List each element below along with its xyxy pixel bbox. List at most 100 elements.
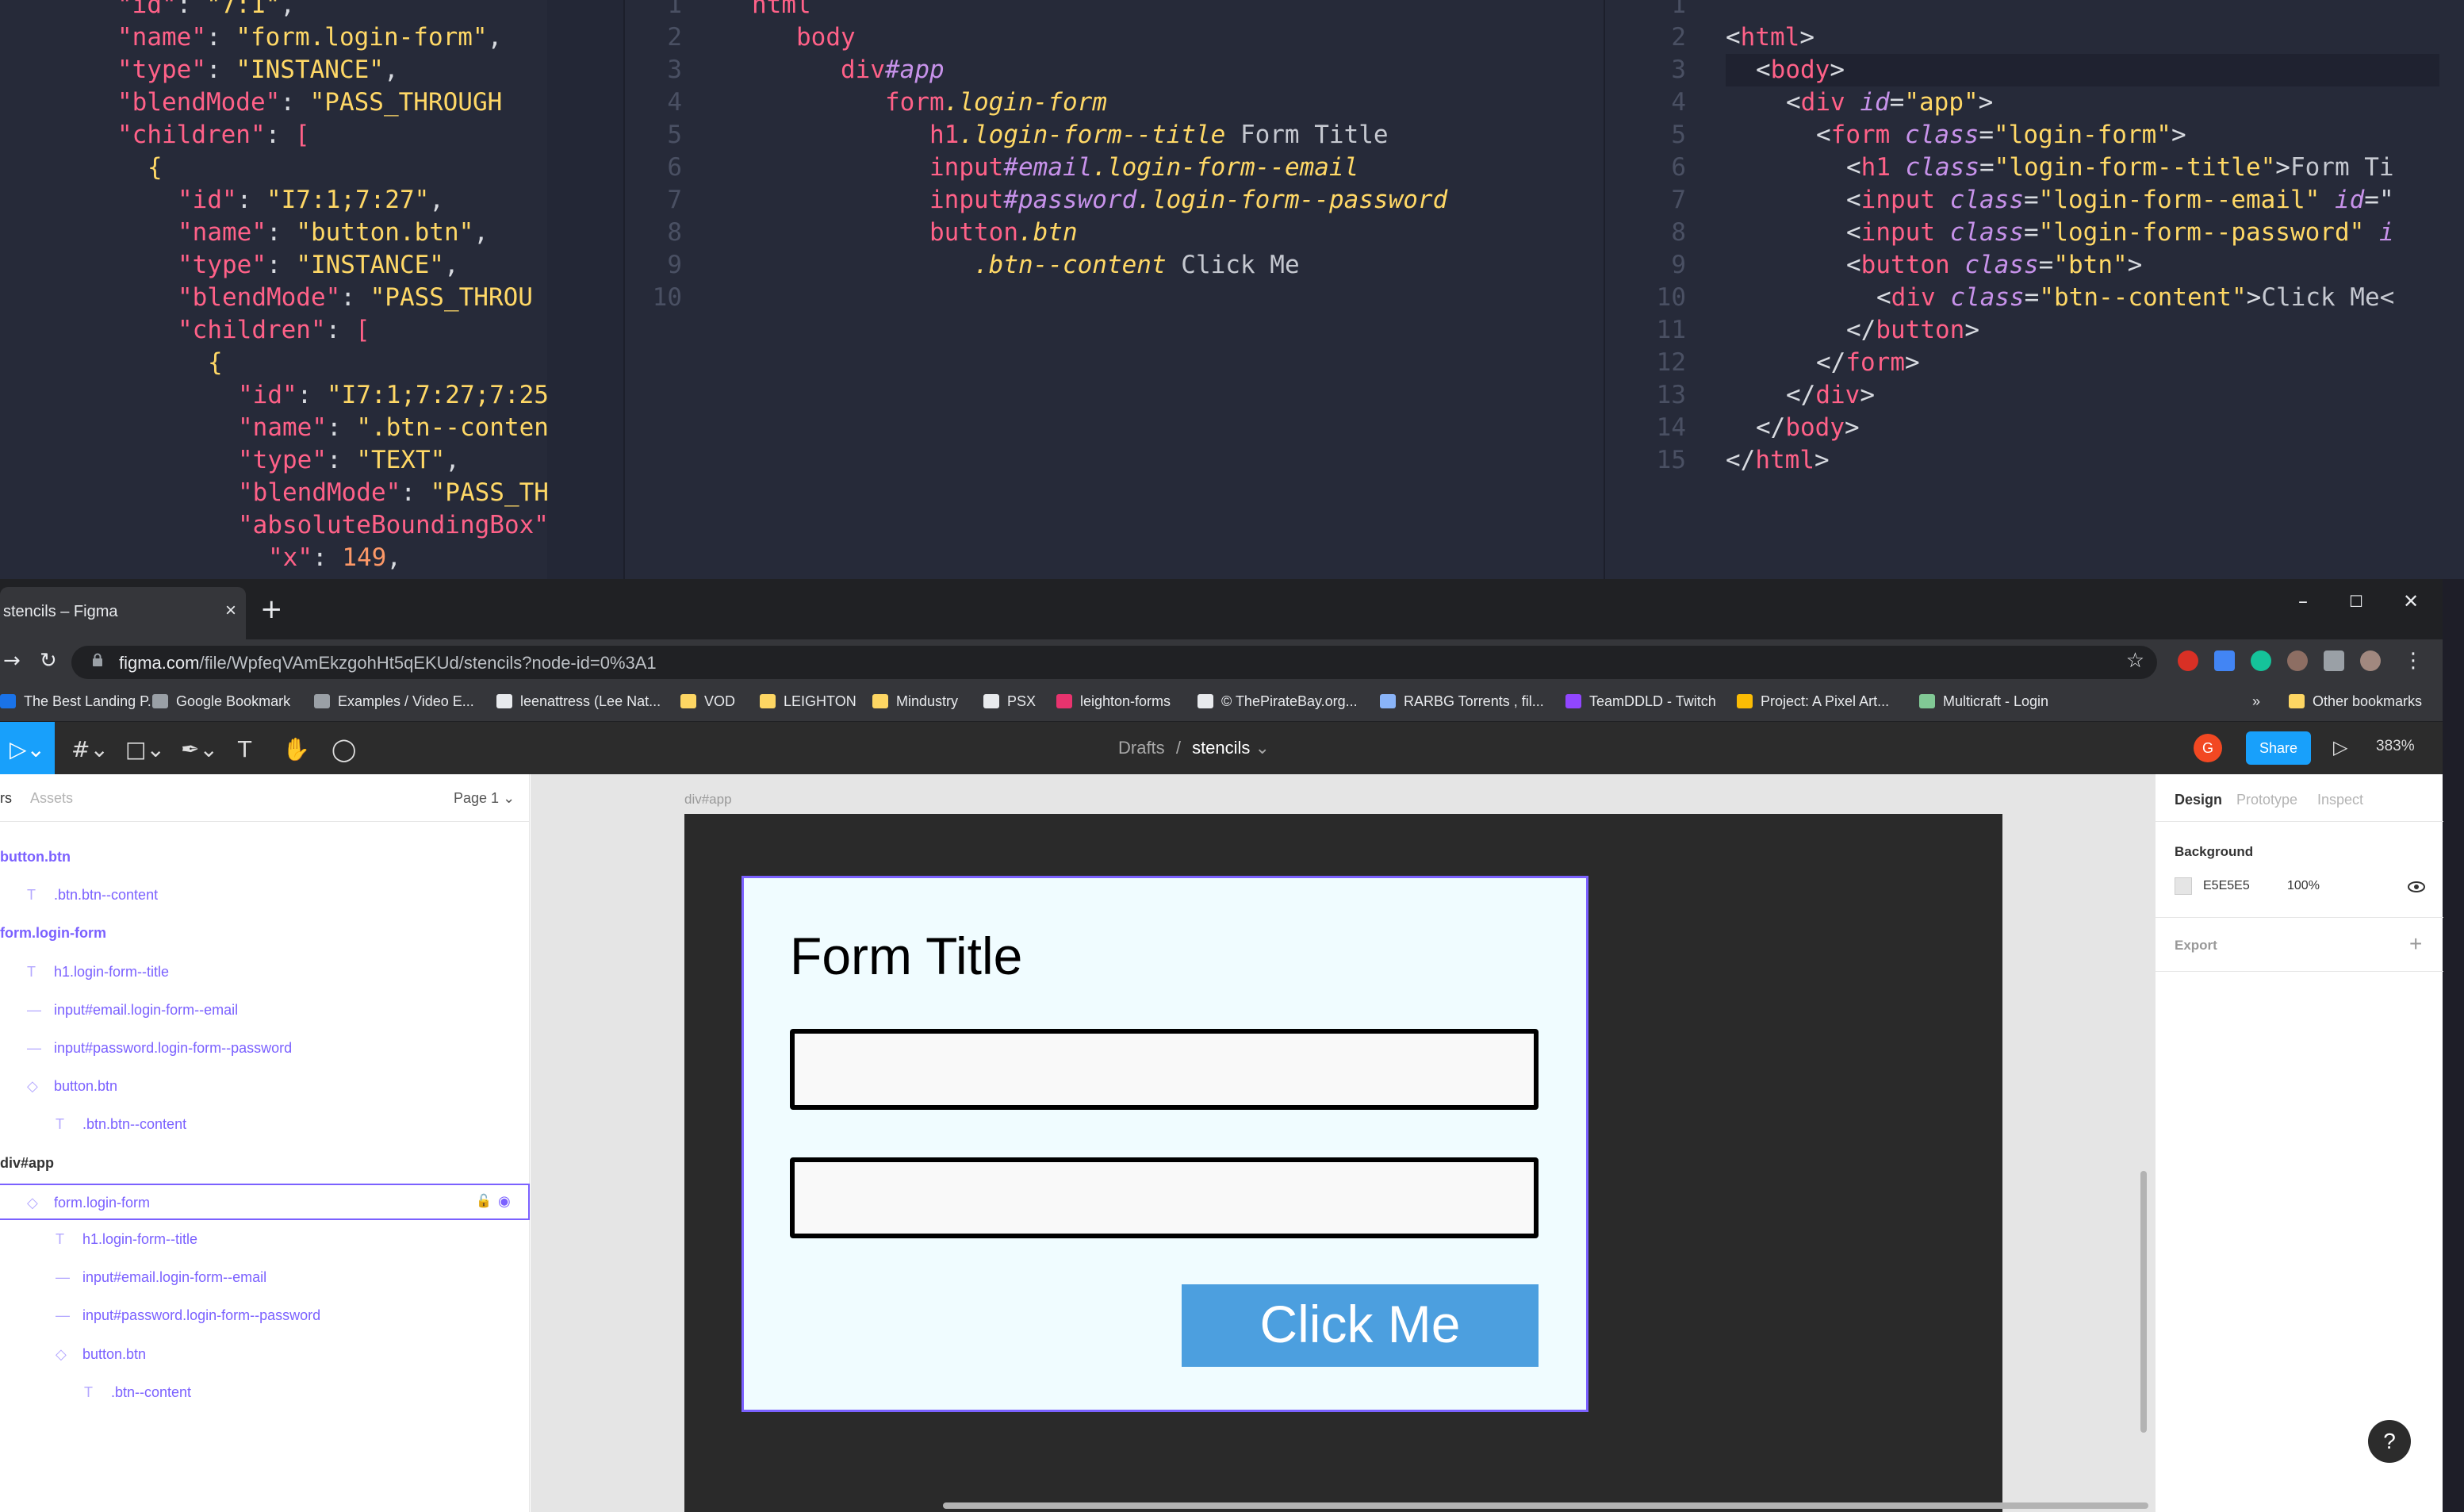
tab-layers[interactable]: rs — [0, 790, 12, 807]
code-line[interactable]: <div class="btn--content">Click Me< — [1876, 282, 2394, 314]
code-line[interactable]: "id": "I7:1;7:27;7:25" — [238, 379, 547, 412]
tab-design[interactable]: Design — [2175, 792, 2222, 808]
code-line[interactable]: { — [148, 152, 163, 184]
code-line[interactable]: "type": "INSTANCE", — [178, 249, 459, 282]
bookmarks-overflow-button[interactable]: » — [2252, 693, 2260, 710]
layer-item[interactable]: button.btn — [0, 839, 530, 876]
code-line[interactable]: "name": ".btn--content — [238, 412, 547, 444]
layer-item[interactable]: div#app — [0, 1146, 530, 1182]
layer-item[interactable]: ◇ form.login-form 🔓 ◉ — [0, 1183, 530, 1220]
code-line[interactable]: "blendMode": "PASS_THR — [238, 477, 547, 509]
code-line[interactable]: "type": "TEXT", — [238, 444, 460, 477]
code-line[interactable]: { — [208, 347, 223, 379]
bookmark-item[interactable]: Multicraft - Login — [1919, 693, 2048, 710]
move-tool-icon[interactable]: ▷⌄ — [0, 722, 55, 774]
help-button[interactable]: ? — [2368, 1420, 2411, 1463]
code-line[interactable]: "name": "form.login-form", — [117, 21, 502, 54]
json-minimap[interactable] — [547, 0, 623, 579]
code-line[interactable]: <html> — [1726, 21, 1814, 54]
code-line[interactable]: "type": "INSTANCE", — [117, 54, 399, 86]
background-hex-input[interactable]: E5E5E5 — [2203, 879, 2250, 893]
tab-prototype[interactable]: Prototype — [2236, 792, 2297, 808]
html-editor-pane[interactable]: 1 2 <html> 3 <body> 4 <div id="app"> 5 <form cla… — [1607, 0, 2464, 579]
figma-canvas[interactable]: div#app Form Title Click Me — [531, 774, 2155, 1512]
bookmark-item[interactable]: TeamDDLD - Twitch — [1565, 693, 1716, 710]
layer-item[interactable]: form.login-form — [0, 915, 530, 952]
avatar[interactable]: G — [2194, 734, 2222, 762]
code-line[interactable]: button.btn — [929, 217, 1078, 249]
bookmark-item[interactable]: © ThePirateBay.org... — [1198, 693, 1358, 710]
code-line[interactable]: "name": "button.btn", — [178, 217, 489, 249]
code-line[interactable]: h1.login-form--title Form Title — [929, 119, 1389, 152]
code-line[interactable]: "blendMode": "PASS_THROU — [178, 282, 533, 314]
browser-menu-icon[interactable]: ⋮ — [2403, 649, 2424, 673]
extension-adblock-icon[interactable] — [2178, 650, 2198, 671]
unlock-icon[interactable]: 🔓 — [476, 1193, 492, 1209]
code-line[interactable]: <input class="login-form--email" id=" — [1846, 184, 2394, 217]
code-line[interactable]: "x": 149, — [268, 542, 401, 574]
code-line[interactable]: "blendMode": "PASS_THROUGH — [117, 86, 502, 119]
code-line[interactable]: </body> — [1756, 412, 1860, 444]
bookmark-item[interactable]: LEIGHTON — [760, 693, 856, 710]
extension-cookie-icon[interactable] — [2287, 650, 2308, 671]
login-form-frame[interactable]: Form Title Click Me — [741, 876, 1588, 1412]
form-title[interactable]: Form Title — [790, 926, 1022, 986]
close-window-button[interactable]: ✕ — [2403, 590, 2419, 612]
export-section-title[interactable]: Export — [2175, 938, 2217, 954]
code-line[interactable]: "id": "7:1", — [117, 0, 295, 21]
background-opacity-input[interactable]: 100% — [2287, 879, 2320, 893]
code-line[interactable]: html — [752, 0, 811, 21]
breadcrumb-file[interactable]: stencils — [1192, 738, 1250, 758]
app-frame[interactable]: Form Title Click Me — [684, 814, 2002, 1512]
code-line[interactable]: <div id="app"> — [1786, 86, 1993, 119]
forward-button[interactable]: → — [3, 649, 21, 673]
minimize-button[interactable]: – — [2298, 590, 2308, 612]
tab-assets[interactable]: Assets — [30, 790, 73, 807]
maximize-button[interactable]: ☐ — [2349, 592, 2363, 611]
button-content-text[interactable]: Click Me — [1182, 1294, 1539, 1354]
code-line[interactable]: </button> — [1846, 314, 1979, 347]
bookmark-item[interactable]: Project: A Pixel Art... — [1737, 693, 1889, 710]
code-line[interactable]: </html> — [1726, 444, 1830, 477]
layer-item[interactable]: — input#email.login-form--email — [0, 992, 530, 1029]
code-line[interactable]: <button class="btn"> — [1846, 249, 2142, 282]
bookmark-item[interactable]: leighton-forms — [1056, 693, 1171, 710]
code-line[interactable]: input#email.login-form--email — [929, 152, 1358, 184]
pen-tool-icon[interactable]: ✒⌄ — [181, 736, 218, 762]
chevron-down-icon[interactable]: ⌄ — [1255, 738, 1270, 758]
layer-item[interactable]: Th1.login-form--title — [0, 954, 530, 991]
password-field[interactable] — [790, 1157, 1539, 1238]
frame-label[interactable]: div#app — [684, 792, 732, 808]
extensions-puzzle-icon[interactable] — [2324, 650, 2344, 671]
extension-grammarly-icon[interactable] — [2251, 650, 2271, 671]
pane-divider[interactable] — [1604, 0, 1605, 579]
code-line[interactable]: <input class="login-form--password" i — [1846, 217, 2394, 249]
code-line[interactable]: <h1 class="login-form--title">Form Ti — [1846, 152, 2394, 184]
layer-item[interactable]: ◇ button.btn — [0, 1337, 530, 1373]
tab-figma[interactable]: stencils – Figma × — [0, 587, 246, 639]
layer-item[interactable]: T .btn.btn--content — [0, 1107, 530, 1143]
email-field[interactable] — [790, 1029, 1539, 1110]
pane-divider[interactable] — [623, 0, 625, 579]
bookmark-star-icon[interactable]: ☆ — [2126, 649, 2144, 673]
click-me-button[interactable]: Click Me — [1182, 1284, 1539, 1367]
tab-close-icon[interactable]: × — [225, 600, 236, 622]
layer-item[interactable]: — input#email.login-form--email — [0, 1260, 530, 1296]
json-editor-pane[interactable]: "id": "7:1", "name": "form.login-form", "t… — [0, 0, 547, 579]
url-text[interactable]: figma.com/file/WpfeqVAmEkzgohHt5qEKUd/st… — [119, 653, 657, 673]
pug-editor-pane[interactable]: 1 html 2 body 3 div#app 4 form.login-form 5 h1.lo… — [627, 0, 1602, 579]
code-line[interactable]: .btn--content Click Me — [974, 249, 1300, 282]
visibility-eye-icon[interactable] — [2408, 881, 2425, 893]
bookmark-item[interactable]: PSX — [983, 693, 1036, 710]
breadcrumb-drafts[interactable]: Drafts — [1118, 738, 1165, 758]
layer-item[interactable]: T .btn.btn--content — [0, 877, 530, 914]
profile-avatar[interactable] — [2360, 650, 2381, 671]
present-play-icon[interactable]: ▷ — [2333, 736, 2347, 758]
add-export-icon[interactable]: + — [2409, 931, 2422, 957]
vertical-scrollbar[interactable] — [2140, 1171, 2147, 1433]
code-line[interactable]: </div> — [1786, 379, 1875, 412]
frame-tool-icon[interactable]: #⌄ — [71, 736, 109, 762]
hand-tool-icon[interactable]: ✋ — [282, 736, 310, 762]
code-line[interactable]: form.login-form — [885, 86, 1107, 119]
reload-button[interactable]: ↻ — [40, 649, 57, 673]
